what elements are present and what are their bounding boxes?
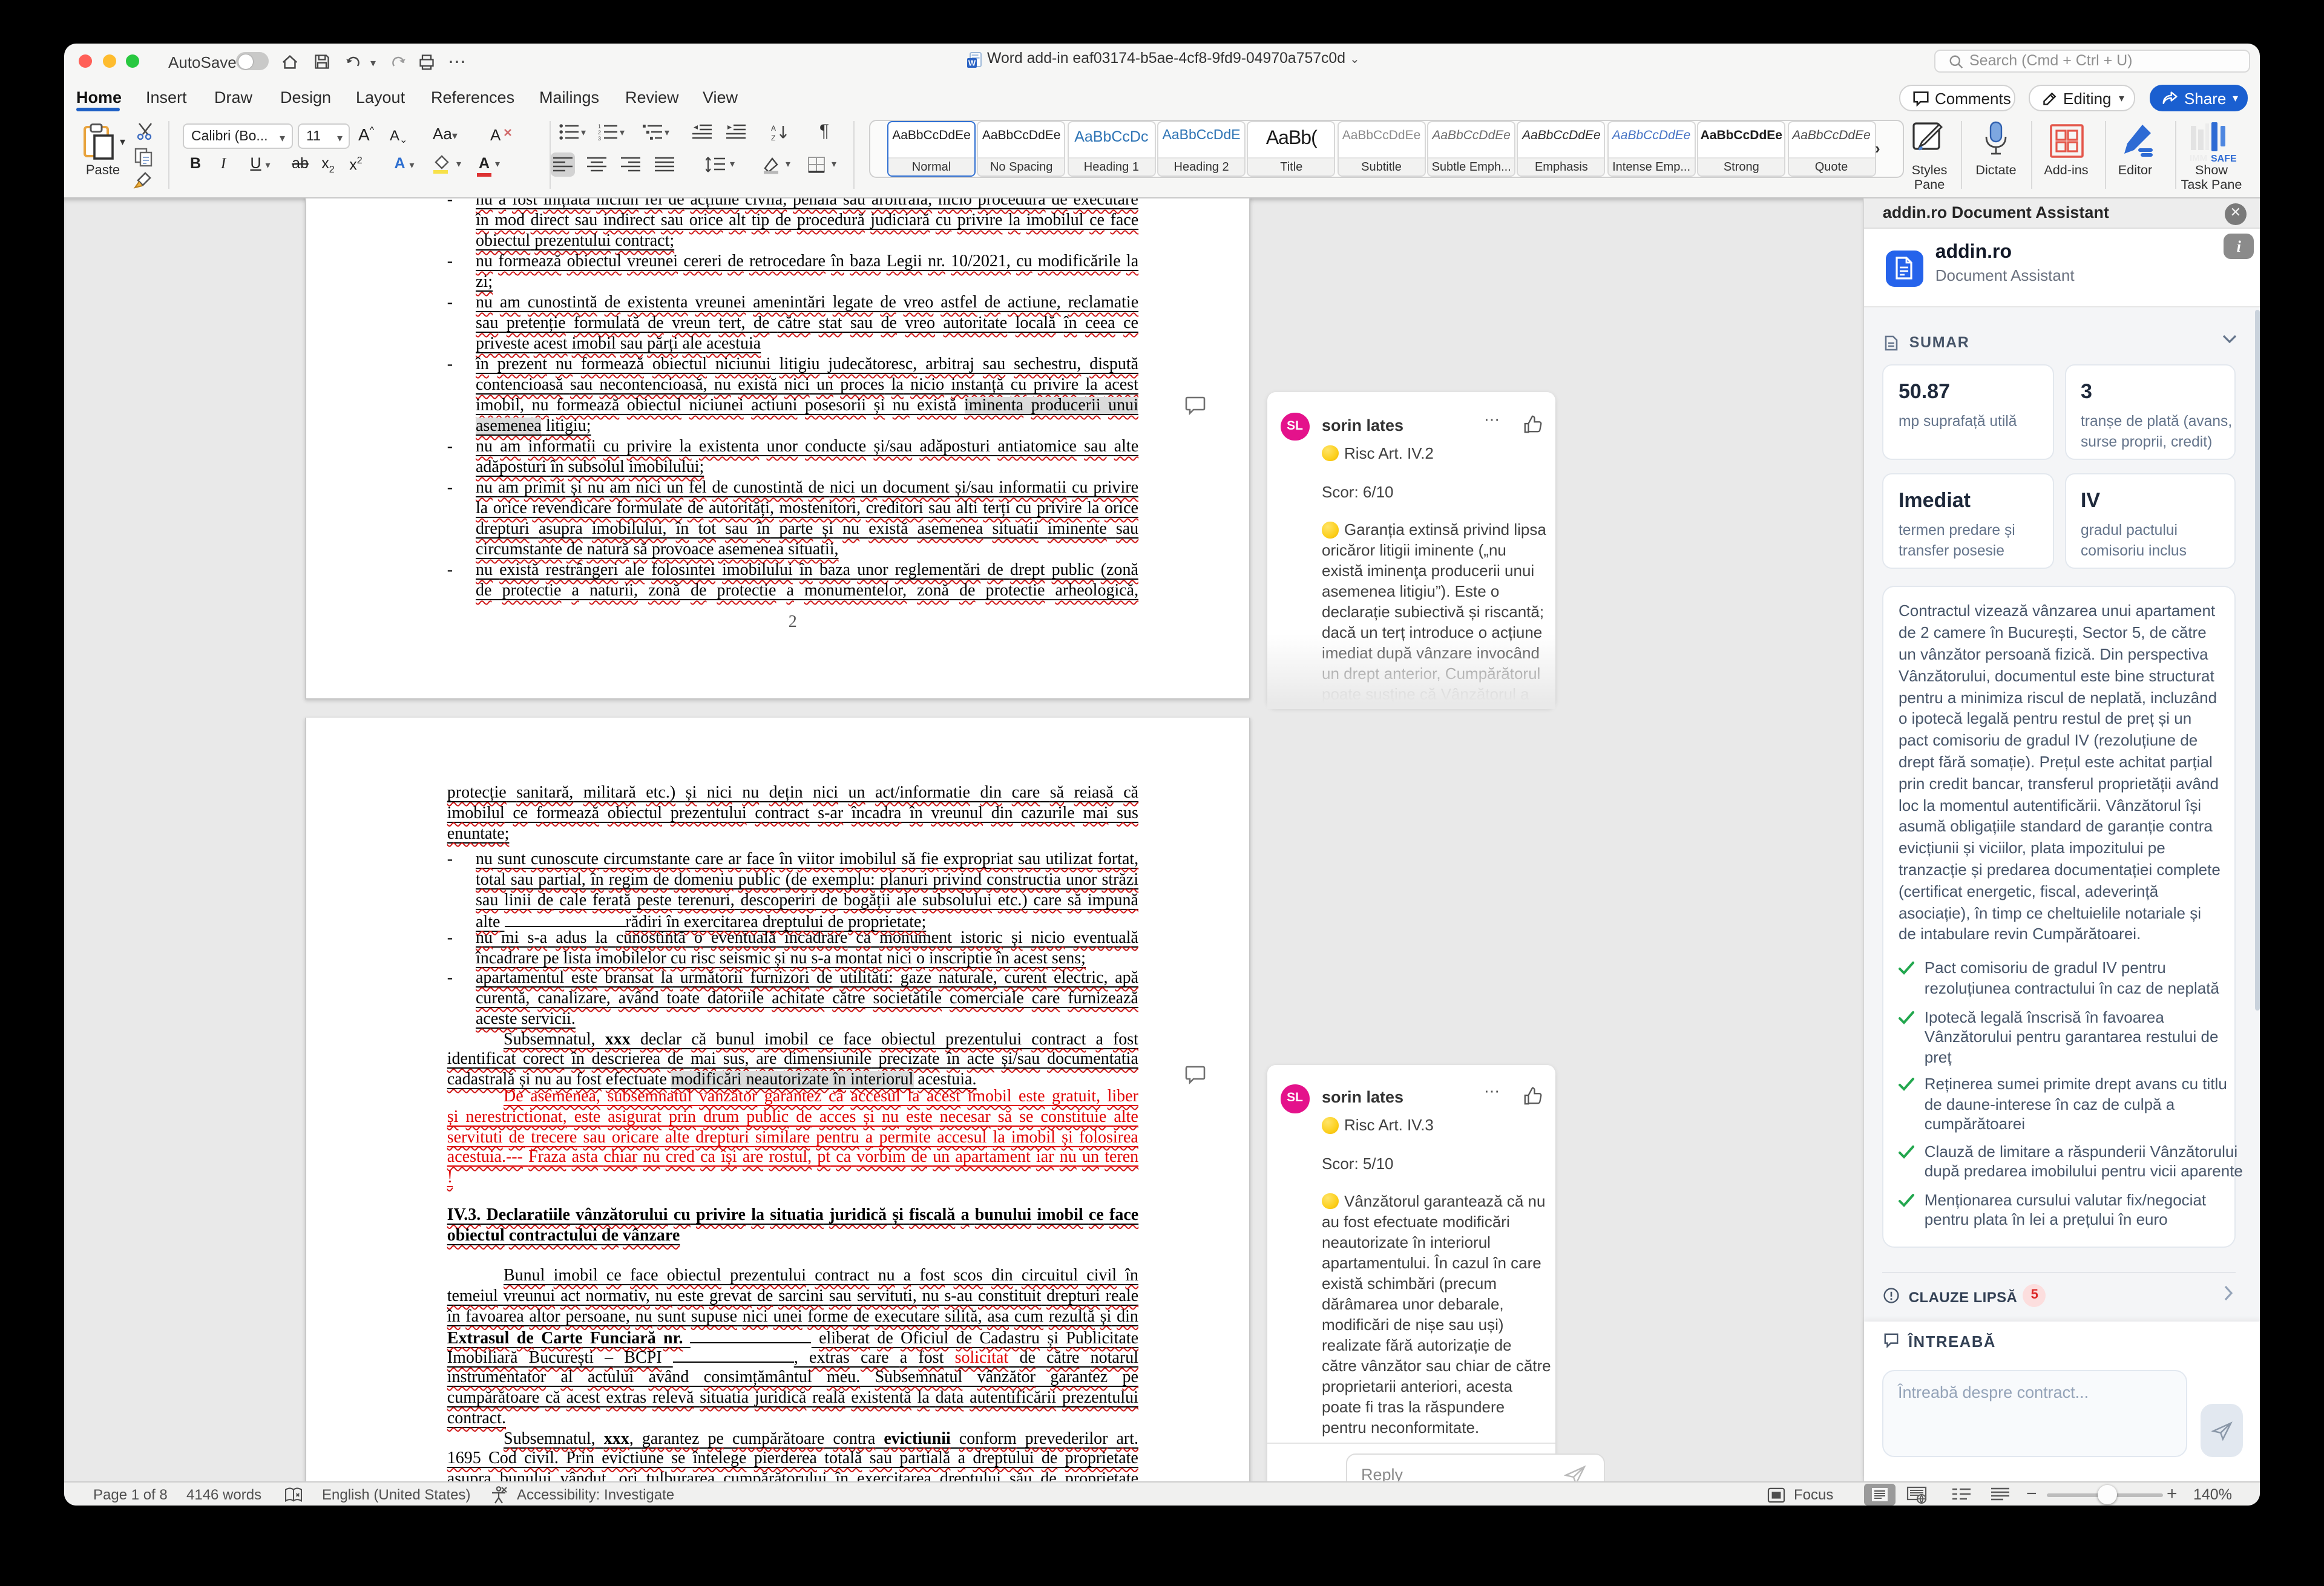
svg-text:Z: Z — [771, 134, 775, 142]
svg-text:SAFE: SAFE — [2211, 154, 2237, 162]
svg-text:1: 1 — [598, 123, 601, 129]
svg-text:2: 2 — [598, 129, 601, 136]
svg-text:3: 3 — [598, 136, 601, 142]
svg-text:A: A — [771, 124, 776, 133]
svg-text:A: A — [490, 126, 501, 144]
svg-text:IMM: IMM — [2190, 153, 2207, 162]
svg-text:W: W — [968, 59, 976, 68]
